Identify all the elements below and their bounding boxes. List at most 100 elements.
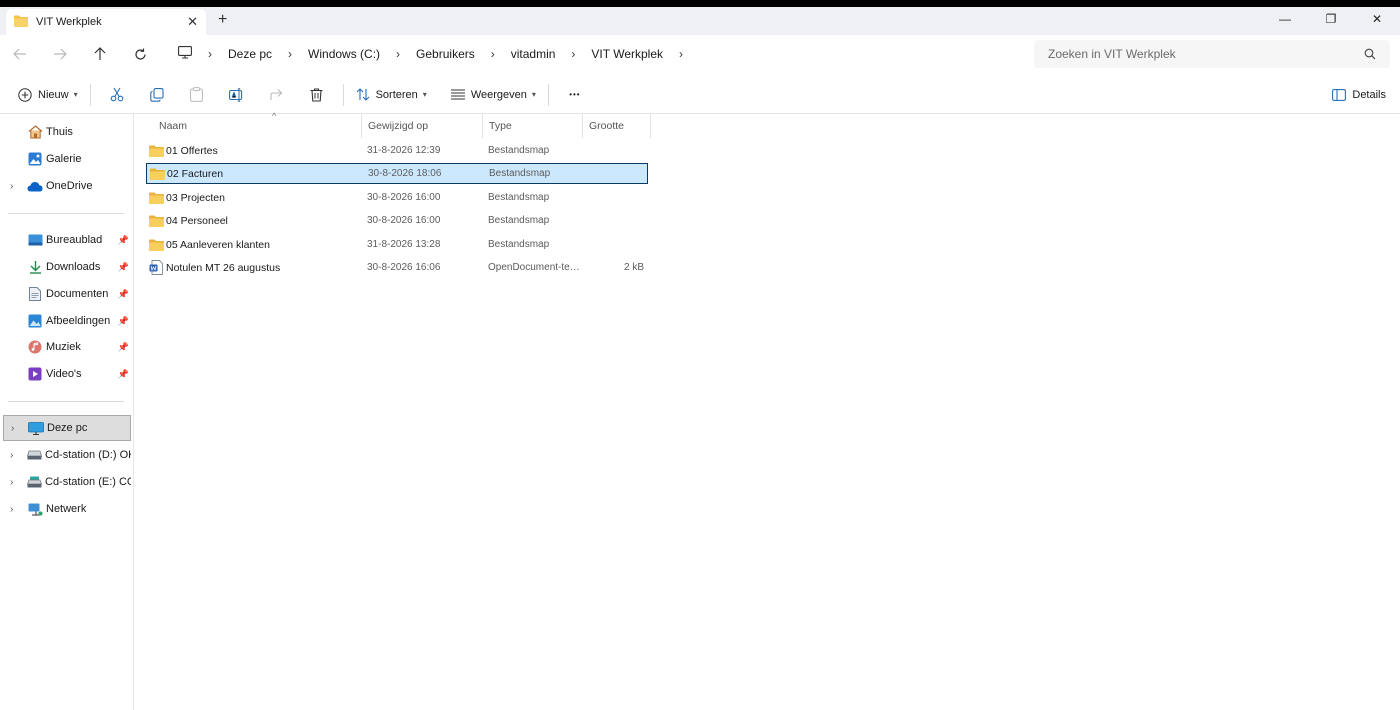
title-bar: VIT Werkplek ✕ + — ❐ ✕ — [0, 7, 1400, 35]
file-row[interactable]: 01 Offertes 31-8-2026 12:39 Bestandsmap — [146, 140, 648, 161]
chevron-right-icon[interactable]: › — [11, 423, 14, 434]
details-pane-icon — [1332, 89, 1347, 101]
new-tab-button[interactable]: + — [218, 11, 227, 29]
sidebar-item-onedrive[interactable]: › OneDrive — [3, 173, 131, 199]
forward-button[interactable] — [40, 38, 80, 70]
folder-icon — [149, 213, 165, 229]
breadcrumb[interactable]: › Deze pc › Windows (C:) › Gebruikers › … — [172, 40, 1026, 68]
cut-button[interactable] — [97, 80, 137, 110]
word-document-icon — [149, 260, 165, 276]
breadcrumb-separator[interactable]: › — [561, 47, 585, 61]
breadcrumb-windows-c[interactable]: Windows (C:) — [302, 47, 386, 61]
sidebar-item-bureaublad[interactable]: Bureaublad 📌 — [3, 227, 131, 253]
document-icon — [27, 286, 43, 302]
more-options-button[interactable]: ••• — [555, 80, 595, 110]
file-row-selected[interactable]: 02 Facturen 30-8-2026 18:06 Bestandsmap — [146, 163, 648, 184]
file-modified: 30-8-2026 16:00 — [367, 215, 441, 226]
address-row: › Deze pc › Windows (C:) › Gebruikers › … — [0, 35, 1400, 73]
breadcrumb-deze-pc[interactable]: Deze pc — [222, 47, 278, 61]
network-icon — [27, 501, 43, 517]
rename-button[interactable] — [217, 80, 257, 110]
sidebar-item-netwerk[interactable]: › Netwerk — [3, 496, 131, 522]
clipboard-icon — [190, 87, 203, 102]
column-header-size[interactable]: Grootte — [583, 114, 651, 138]
sidebar-item-label: Video's — [46, 368, 82, 380]
up-button[interactable] — [80, 38, 120, 70]
folder-icon — [14, 15, 28, 30]
column-header-modified[interactable]: Gewijzigd op — [362, 114, 483, 138]
breadcrumb-separator[interactable]: › — [278, 47, 302, 61]
sidebar-item-cd-station-d[interactable]: › Cd-station (D:) OK_ — [3, 442, 131, 468]
chevron-right-icon[interactable]: › — [10, 450, 13, 461]
file-modified: 30-8-2026 16:06 — [367, 262, 441, 273]
file-type: OpenDocument-tekst — [488, 262, 580, 273]
file-size: 2 kB — [623, 262, 644, 273]
sidebar-item-videos[interactable]: Video's 📌 — [3, 361, 131, 387]
pin-icon[interactable]: 📌 — [118, 289, 129, 300]
share-button[interactable] — [257, 80, 297, 110]
breadcrumb-separator[interactable]: › — [669, 47, 693, 61]
column-label: Naam — [159, 120, 188, 132]
delete-button[interactable] — [297, 80, 337, 110]
column-header-type[interactable]: Type — [483, 114, 583, 138]
sidebar-item-label: Galerie — [46, 153, 82, 165]
sidebar-item-label: Muziek — [46, 341, 81, 353]
breadcrumb-vitadmin[interactable]: vitadmin — [505, 47, 562, 61]
pin-icon[interactable]: 📌 — [118, 316, 129, 327]
sidebar-item-documenten[interactable]: Documenten 📌 — [3, 281, 131, 307]
new-button[interactable]: Nieuw ▾ — [12, 80, 84, 110]
file-row[interactable]: 04 Personeel 30-8-2026 16:00 Bestandsmap — [146, 210, 648, 231]
restore-button[interactable]: ❐ — [1308, 7, 1354, 31]
file-row[interactable]: 03 Projecten 30-8-2026 16:00 Bestandsmap — [146, 187, 648, 208]
breadcrumb-separator[interactable]: › — [198, 47, 222, 61]
minimize-button[interactable]: — — [1262, 7, 1308, 31]
pin-icon[interactable]: 📌 — [118, 235, 129, 246]
copy-button[interactable] — [137, 80, 177, 110]
breadcrumb-separator[interactable]: › — [386, 47, 410, 61]
pin-icon[interactable]: 📌 — [118, 342, 129, 353]
file-name: 05 Aanleveren klanten — [166, 238, 270, 251]
window-controls: — ❐ ✕ — [1262, 7, 1400, 35]
sidebar-item-cd-station-e[interactable]: › Cd-station (E:) CCC — [3, 469, 131, 495]
search-input[interactable]: Zoeken in VIT Werkplek — [1048, 47, 1364, 61]
sidebar-item-thuis[interactable]: Thuis — [3, 119, 131, 145]
breadcrumb-gebruikers[interactable]: Gebruikers — [410, 47, 481, 61]
breadcrumb-vit-werkplek[interactable]: VIT Werkplek — [585, 47, 669, 61]
column-header-name[interactable]: Naam ^ — [153, 111, 362, 138]
close-window-button[interactable]: ✕ — [1354, 7, 1400, 31]
toolbar-divider — [89, 83, 91, 106]
file-row[interactable]: 05 Aanleveren klanten 31-8-2026 13:28 Be… — [146, 234, 648, 255]
trash-icon — [310, 87, 323, 102]
sidebar-item-label: Thuis — [46, 126, 73, 138]
back-button[interactable] — [0, 38, 40, 70]
file-row[interactable]: Notulen MT 26 augustus 30-8-2026 16:06 O… — [146, 257, 648, 278]
file-name: 01 Offertes — [166, 144, 218, 157]
sort-button[interactable]: Sorteren ▾ — [350, 80, 433, 110]
drive-icon — [27, 474, 42, 490]
view-label: Weergeven — [470, 88, 527, 101]
search-box[interactable]: Zoeken in VIT Werkplek — [1034, 40, 1390, 68]
chevron-right-icon[interactable]: › — [10, 477, 13, 488]
computer-icon[interactable] — [172, 46, 198, 62]
sidebar-item-label: Cd-station (D:) OK_ — [45, 449, 131, 461]
sidebar-item-muziek[interactable]: Muziek 📌 — [3, 334, 131, 360]
tab-title: VIT Werkplek — [36, 16, 102, 28]
paste-button[interactable] — [177, 80, 217, 110]
close-tab-icon[interactable]: ✕ — [187, 14, 198, 30]
view-button[interactable]: Weergeven ▾ — [445, 80, 542, 110]
pin-icon[interactable]: 📌 — [118, 369, 129, 380]
chevron-right-icon[interactable]: › — [10, 181, 13, 192]
pin-icon[interactable]: 📌 — [118, 262, 129, 273]
details-button[interactable]: Details — [1332, 80, 1386, 110]
sidebar-item-label: Downloads — [46, 261, 101, 273]
sidebar-item-galerie[interactable]: Galerie — [3, 146, 131, 172]
sidebar-item-afbeeldingen[interactable]: Afbeeldingen 📌 — [3, 308, 131, 334]
breadcrumb-separator[interactable]: › — [481, 47, 505, 61]
tab-vit-werkplek[interactable]: VIT Werkplek ✕ — [6, 9, 206, 35]
desktop-icon — [27, 232, 43, 248]
sidebar-item-label: OneDrive — [46, 180, 93, 192]
sidebar-item-deze-pc[interactable]: › Deze pc — [3, 415, 131, 441]
chevron-right-icon[interactable]: › — [10, 504, 13, 515]
refresh-button[interactable] — [120, 38, 160, 70]
sidebar-item-downloads[interactable]: Downloads 📌 — [3, 254, 131, 280]
